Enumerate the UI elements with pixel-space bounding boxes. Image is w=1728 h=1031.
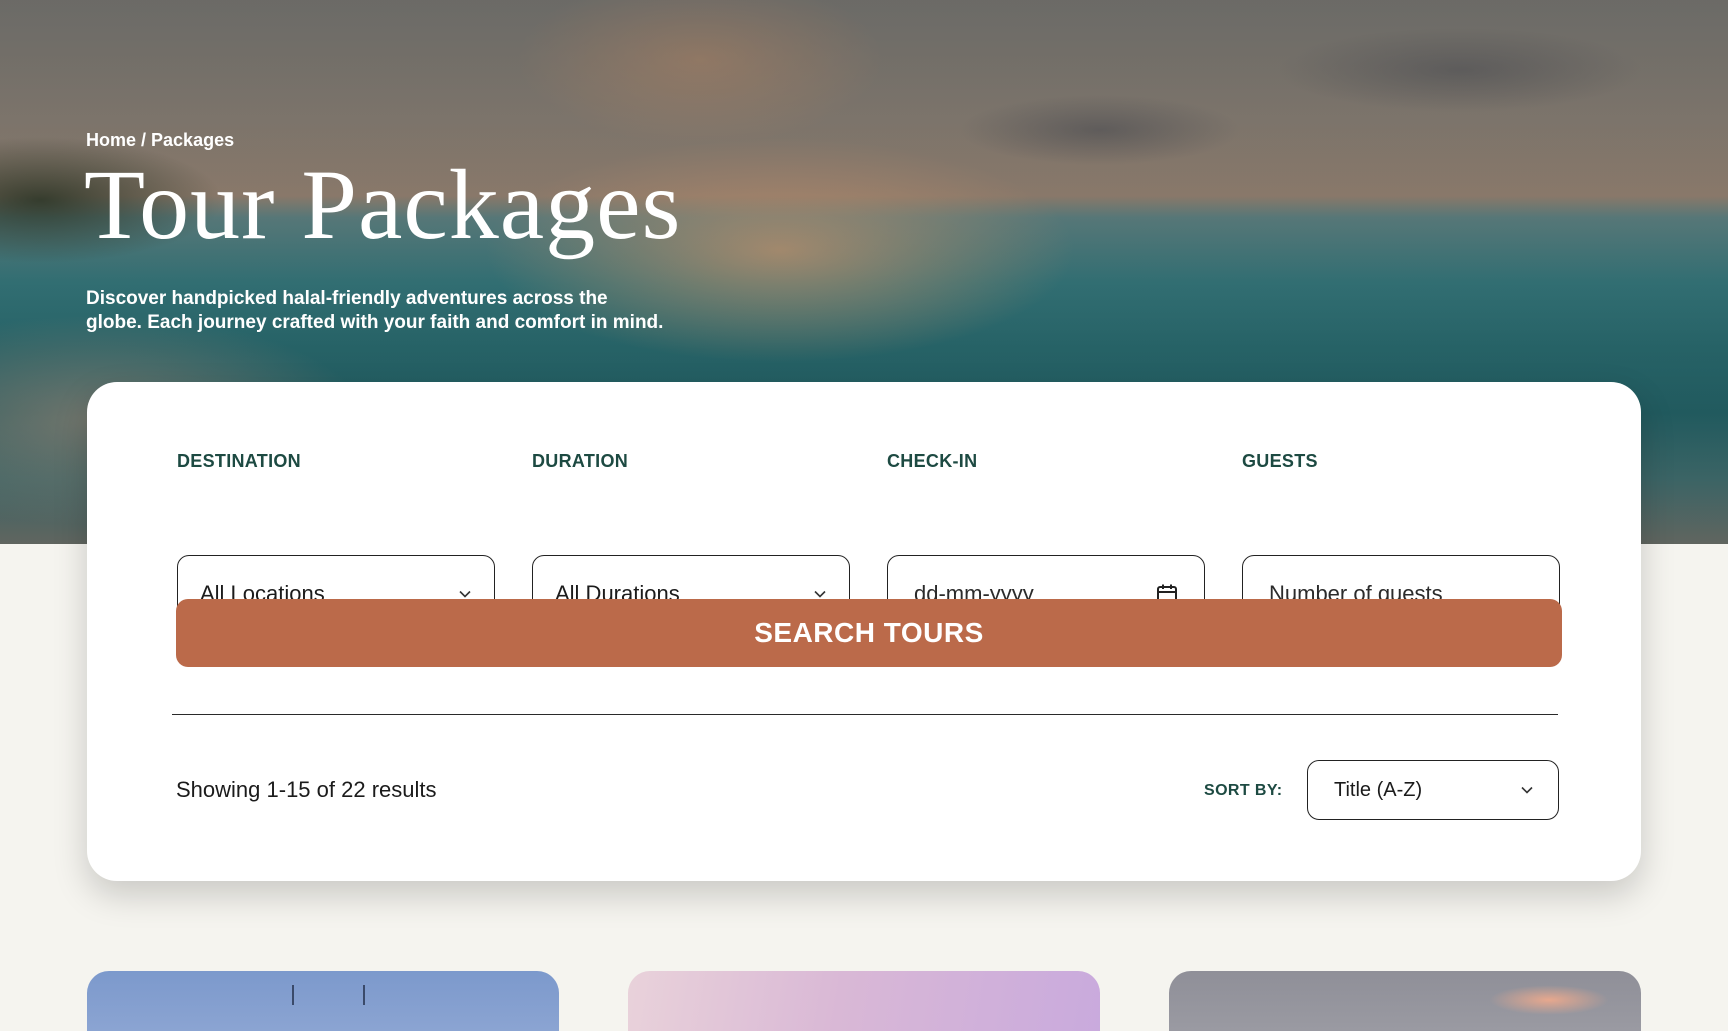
destination-label: DESTINATION [177, 451, 301, 471]
tour-card-image[interactable] [1169, 971, 1641, 1031]
tour-card-image[interactable] [87, 971, 559, 1031]
sort-value: Title (A-Z) [1334, 778, 1423, 801]
duration-label: DURATION [532, 451, 629, 471]
divider [172, 714, 1558, 715]
checkin-field: CHECK-IN dd-mm-yyyy [887, 450, 1207, 633]
sort-select[interactable]: Title (A-Z) [1307, 760, 1559, 820]
breadcrumb-current: Packages [151, 130, 235, 150]
chevron-down-icon [1521, 786, 1533, 794]
boat-mast-shape [292, 985, 294, 1005]
page-title: Tour Packages [84, 149, 682, 260]
boat-mast-shape [363, 985, 365, 1005]
results-count: Showing 1-15 of 22 results [176, 777, 437, 802]
guests-label: GUESTS [1242, 451, 1318, 471]
checkin-label: CHECK-IN [887, 451, 978, 471]
sort-label: SORT BY: [1204, 782, 1283, 799]
search-tours-button[interactable]: SEARCH TOURS [176, 599, 1562, 667]
breadcrumb-separator: / [141, 130, 147, 150]
guests-field: GUESTS Number of guests [1242, 450, 1562, 633]
page-subtitle: Discover handpicked halal-friendly adven… [86, 288, 664, 333]
duration-field: DURATION All Durations [532, 450, 852, 633]
sunset-glow-shape [1489, 985, 1609, 1015]
search-panel: DESTINATION All Locations DURATION All D… [87, 382, 1641, 881]
breadcrumb-home-link[interactable]: Home [86, 130, 136, 150]
tour-card-image[interactable] [628, 971, 1100, 1031]
breadcrumb: Home / Packages [86, 130, 234, 151]
destination-field: DESTINATION All Locations [177, 450, 497, 633]
